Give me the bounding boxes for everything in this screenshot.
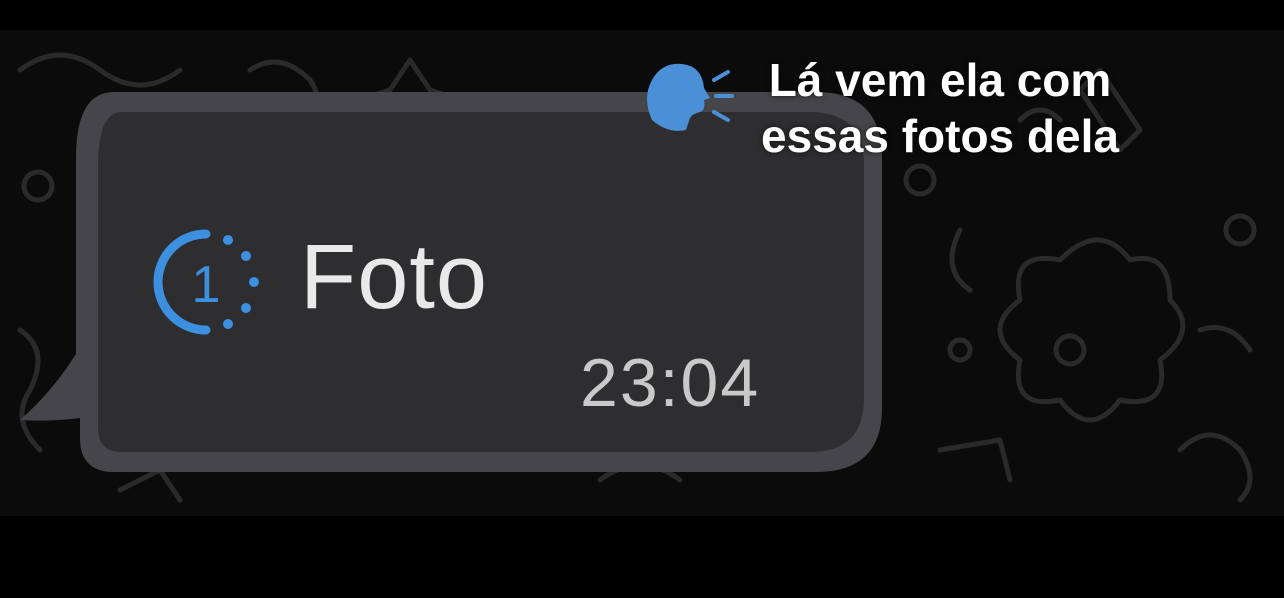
speaking-head-icon xyxy=(638,58,734,138)
caption-line-2: essas fotos dela xyxy=(761,110,1119,162)
view-once-icon[interactable]: 1 xyxy=(150,226,262,338)
letterbox-top xyxy=(0,0,1284,30)
letterbox-bottom xyxy=(0,516,1284,598)
caption-line-1: Lá vem ela com xyxy=(768,54,1112,106)
overlay-caption: Lá vem ela com essas fotos dela xyxy=(740,52,1140,164)
view-once-count: 1 xyxy=(192,256,221,314)
message-timestamp: 23:04 xyxy=(580,345,761,421)
screenshot-frame: 1 Foto 23:04 Lá vem ela com essas fotos … xyxy=(0,0,1284,598)
message-type-label: Foto xyxy=(300,226,489,328)
